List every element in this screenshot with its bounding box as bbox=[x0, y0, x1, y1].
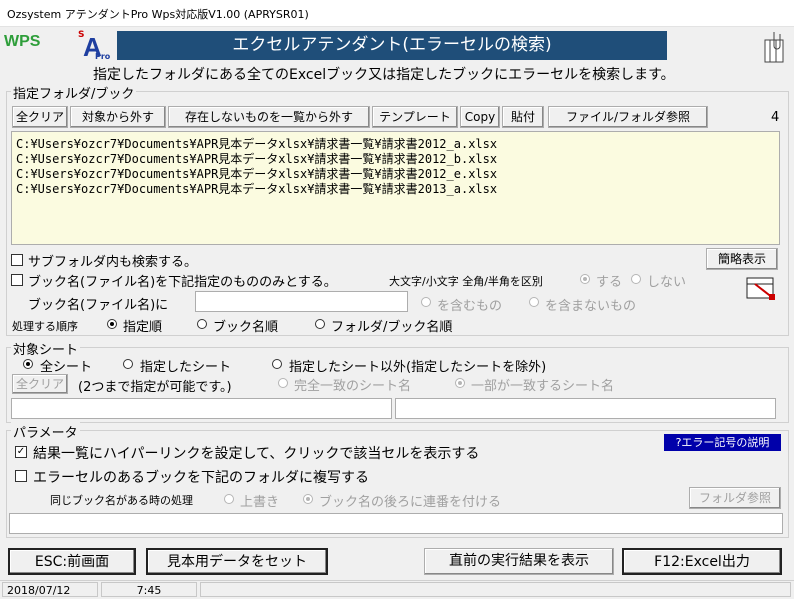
clear-all-button[interactable]: 全クリア bbox=[12, 106, 68, 128]
edit-table-icon[interactable] bbox=[745, 272, 777, 302]
contains-radio[interactable] bbox=[421, 297, 431, 307]
except-sheets-label: 指定したシート以外(指定したシートを除外) bbox=[289, 360, 547, 375]
case-yes-label: する bbox=[596, 275, 623, 290]
hyperlink-checkbox[interactable]: ✓ bbox=[15, 446, 27, 458]
order-specified-radio[interactable] bbox=[107, 319, 117, 329]
serial-label: ブック名の後ろに連番を付ける bbox=[319, 495, 502, 510]
match-exact-label: 完全一致のシート名 bbox=[294, 379, 412, 394]
subfolder-label: サブフォルダ内も検索する。 bbox=[28, 255, 198, 270]
case-no-radio[interactable] bbox=[631, 274, 641, 284]
not-contains-radio[interactable] bbox=[529, 297, 539, 307]
title-bar: Ozsystem アテンダントPro Wps対応版V1.00 (APRYSR01… bbox=[0, 0, 794, 27]
match-exact-radio[interactable] bbox=[278, 378, 288, 388]
copy-label: エラーセルのあるブックを下記のフォルダに複写する bbox=[33, 470, 369, 486]
remove-missing-button[interactable]: 存在しないものを一覧から外す bbox=[168, 106, 370, 128]
copy-button[interactable]: Copy bbox=[460, 106, 500, 128]
same-name-label: 同じブック名がある時の処理 bbox=[50, 494, 193, 507]
match-partial-label: 一部が一致するシート名 bbox=[471, 379, 615, 394]
sheet-clear-button[interactable]: 全クリア bbox=[12, 374, 68, 394]
overwrite-label: 上書き bbox=[240, 495, 280, 510]
case-no-label: しない bbox=[647, 275, 687, 290]
order-bookname-radio[interactable] bbox=[197, 319, 207, 329]
set-sample-button[interactable]: 見本用データをセット bbox=[146, 548, 328, 575]
bookname-check-label: ブック名(ファイル名)を下記指定のもののみとする。 bbox=[28, 275, 337, 290]
subfolder-checkbox[interactable] bbox=[11, 254, 23, 266]
bookname-checkbox[interactable] bbox=[11, 274, 23, 286]
bookname-label: ブック名(ファイル名)に bbox=[28, 298, 169, 313]
sheet-name-input-2[interactable] bbox=[395, 398, 776, 419]
serial-radio[interactable] bbox=[303, 494, 313, 504]
sheet-name-input-1[interactable] bbox=[11, 398, 392, 419]
match-partial-radio[interactable] bbox=[455, 378, 465, 388]
window-title: Ozsystem アテンダントPro Wps対応版V1.00 (APRYSR01… bbox=[7, 8, 309, 21]
f12-excel-output-button[interactable]: F12:Excel出力 bbox=[622, 548, 782, 575]
specified-sheets-label: 指定したシート bbox=[140, 360, 232, 375]
order-specified-label: 指定順 bbox=[123, 320, 163, 335]
template-button[interactable]: テンプレート bbox=[372, 106, 458, 128]
status-panel-empty bbox=[200, 582, 791, 597]
status-bar: 2018/07/12 7:45 bbox=[0, 580, 794, 599]
specified-sheets-radio[interactable] bbox=[123, 359, 133, 369]
copy-checkbox[interactable] bbox=[15, 470, 27, 482]
copy-folder-input[interactable] bbox=[9, 513, 783, 534]
file-item[interactable]: C:¥Users¥ozcr7¥Documents¥APR見本データxlsx¥請求… bbox=[16, 180, 497, 197]
hyperlink-label: 結果一覧にハイパーリンクを設定して、クリックで該当セルを表示する bbox=[33, 446, 480, 462]
error-help-button[interactable]: ?エラー記号の説明 bbox=[664, 434, 781, 451]
case-yes-radio[interactable] bbox=[580, 274, 590, 284]
esc-back-button[interactable]: ESC:前画面 bbox=[8, 548, 136, 575]
not-contains-label: を含まないもの bbox=[545, 299, 637, 314]
file-clip-icon bbox=[762, 30, 788, 64]
paste-button[interactable]: 貼付 bbox=[502, 106, 544, 128]
file-count: 4 bbox=[771, 110, 780, 125]
file-list[interactable]: C:¥Users¥ozcr7¥Documents¥APR見本データxlsx¥請求… bbox=[11, 131, 780, 245]
banner: エクセルアテンダント(エラーセルの検索) bbox=[117, 31, 667, 60]
order-folder-radio[interactable] bbox=[315, 319, 325, 329]
overwrite-radio[interactable] bbox=[224, 494, 234, 504]
description: 指定したフォルダにある全てのExcelブック又は指定したブックにエラーセルを検索… bbox=[93, 67, 675, 83]
status-date: 2018/07/12 bbox=[2, 582, 98, 597]
browse-button[interactable]: ファイル/フォルダ参照 bbox=[548, 106, 708, 128]
folder-browse-button[interactable]: フォルダ参照 bbox=[689, 487, 781, 509]
contains-label: を含むもの bbox=[437, 299, 503, 314]
app-logo: S A Pro bbox=[78, 30, 111, 62]
all-sheets-label: 全シート bbox=[40, 360, 93, 375]
param-group-label: パラメータ bbox=[11, 422, 80, 441]
sheet-note: (2つまで指定が可能です。) bbox=[78, 380, 232, 395]
all-sheets-radio[interactable] bbox=[23, 359, 33, 369]
order-folder-label: フォルダ/ブック名順 bbox=[331, 320, 453, 335]
order-bookname-label: ブック名順 bbox=[213, 320, 279, 335]
case-label: 大文字/小文字 全角/半角を区別 bbox=[389, 275, 543, 288]
order-label: 処理する順序 bbox=[12, 320, 78, 333]
status-time: 7:45 bbox=[101, 582, 197, 597]
exclude-button[interactable]: 対象から外す bbox=[70, 106, 166, 128]
last-result-button[interactable]: 直前の実行結果を表示 bbox=[424, 548, 614, 575]
simple-view-button[interactable]: 簡略表示 bbox=[706, 248, 778, 270]
except-sheets-radio[interactable] bbox=[272, 359, 282, 369]
folder-group-label: 指定フォルダ/ブック bbox=[11, 83, 137, 102]
wps-logo: WPS bbox=[4, 33, 41, 50]
bookname-input[interactable] bbox=[195, 291, 408, 312]
